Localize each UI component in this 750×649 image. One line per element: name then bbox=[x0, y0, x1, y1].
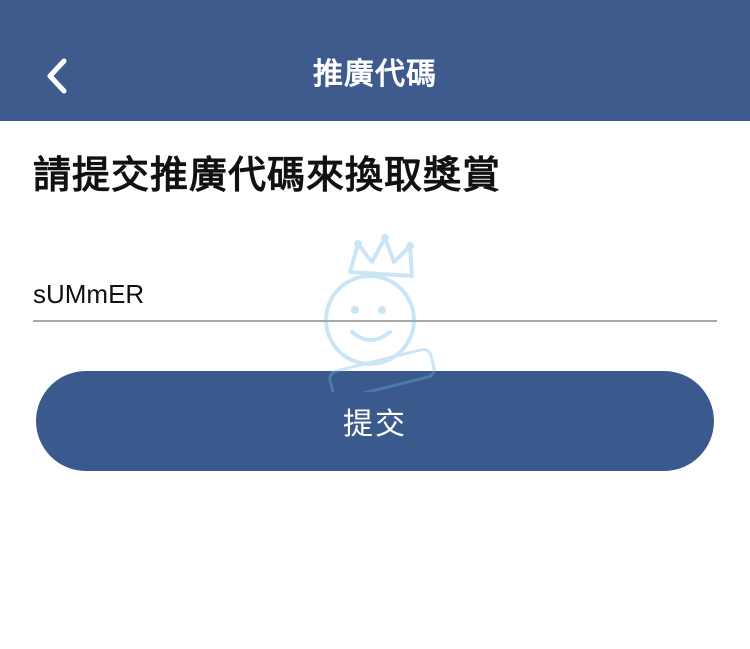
instruction-heading: 請提交推廣代碼來換取獎賞 bbox=[33, 153, 502, 197]
promo-code-screen: 推廣代碼 請提交推廣代碼來換取獎賞 提交 bbox=[0, 0, 750, 649]
submit-button[interactable]: 提交 bbox=[36, 371, 714, 471]
top-nav-bar: 推廣代碼 bbox=[0, 0, 750, 121]
promo-code-input[interactable] bbox=[33, 268, 717, 322]
page-title: 推廣代碼 bbox=[313, 57, 437, 92]
